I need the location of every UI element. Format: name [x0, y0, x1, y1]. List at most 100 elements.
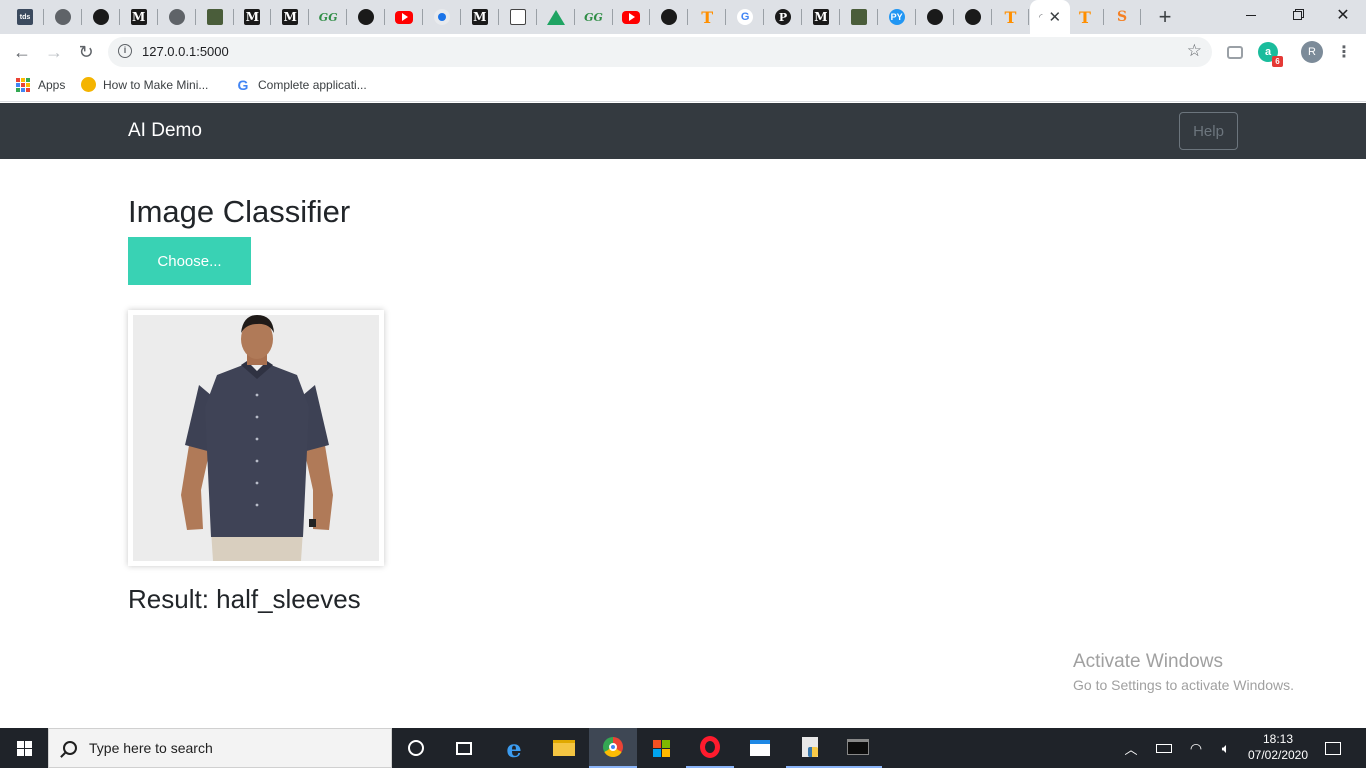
tab-24[interactable] [916, 0, 954, 34]
tab-19[interactable]: G [726, 0, 765, 34]
tab-3[interactable]: M [120, 0, 158, 34]
python-button[interactable] [786, 728, 834, 768]
page-title: Image Classifier [128, 194, 351, 229]
close-icon: ✕ [1336, 7, 1350, 24]
restore-icon [1292, 10, 1302, 20]
tab-14[interactable] [537, 0, 575, 34]
edge-icon: e [506, 733, 522, 763]
tab-11[interactable] [423, 0, 461, 34]
search-icon [63, 741, 77, 755]
tab-12[interactable]: M [461, 0, 499, 34]
tab-7[interactable]: M [271, 0, 310, 34]
bookmark-apps[interactable]: Apps [15, 77, 65, 93]
menu-dots-icon[interactable]: ⋮ [1334, 42, 1354, 62]
github-icon [92, 9, 109, 25]
tab-separator [1140, 9, 1141, 25]
wifi-icon: ◠ [1189, 739, 1203, 756]
tab-10[interactable] [385, 0, 423, 34]
forward-button[interactable]: → [40, 38, 68, 66]
battery-icon [1156, 743, 1172, 753]
store-icon [652, 739, 670, 757]
restore-button[interactable] [1274, 0, 1320, 30]
stackoverflow-icon: S [1116, 9, 1128, 25]
opera-icon [700, 736, 720, 758]
extension-a-icon[interactable]: a 6 [1258, 42, 1283, 67]
emoji-icon [81, 77, 96, 92]
close-tab-icon[interactable]: ✕ [1048, 8, 1061, 26]
tab-22[interactable] [840, 0, 878, 34]
brand-link[interactable]: AI Demo [128, 120, 202, 142]
profile-avatar[interactable]: R [1301, 41, 1323, 63]
show-hidden-icons[interactable]: ︿ [1120, 728, 1142, 768]
tab-18[interactable]: T [688, 0, 727, 34]
python-file-icon [802, 737, 818, 757]
extension-icon[interactable] [1227, 46, 1243, 59]
loading-icon: ◜ [1038, 11, 1043, 22]
geeksforgeeks-icon: GG [318, 10, 338, 24]
chevron-up-icon: ︿ [1124, 741, 1138, 757]
tab-1[interactable] [44, 0, 82, 34]
extension-badge: 6 [1272, 56, 1283, 67]
address-bar[interactable]: i 127.0.0.1:5000 ☆ [108, 37, 1212, 67]
volume-tray[interactable]: 🔈︎ [1214, 728, 1238, 768]
active-tab[interactable]: ◜ ✕ [1030, 0, 1070, 34]
cortana-button[interactable] [392, 728, 440, 768]
tab-after-1[interactable]: S [1103, 0, 1141, 34]
image-icon [206, 9, 223, 25]
notifications-button[interactable] [1320, 728, 1346, 768]
terminal-icon [847, 739, 869, 755]
store-button[interactable] [637, 728, 685, 768]
bookmark-label: Apps [38, 78, 66, 92]
task-view-icon [456, 741, 472, 755]
tab-15[interactable]: GG [575, 0, 613, 34]
close-window-button[interactable]: ✕ [1320, 0, 1366, 30]
start-button[interactable] [0, 728, 48, 768]
minimize-button[interactable] [1228, 0, 1274, 30]
shirt-model-image [133, 315, 379, 561]
bookmark-label: Complete applicati... [258, 78, 367, 92]
chrome-taskbar-button[interactable] [589, 728, 637, 768]
tab-5[interactable] [196, 0, 234, 34]
terminal-button[interactable] [834, 728, 882, 768]
tab-after-0[interactable]: T [1066, 0, 1104, 34]
site-info-icon[interactable]: i [118, 44, 132, 58]
tab-21[interactable]: M [802, 0, 840, 34]
new-tab-button[interactable]: + [1152, 4, 1178, 30]
clock-time: 18:13 [1262, 732, 1294, 746]
tab-13[interactable] [499, 0, 537, 34]
tab-17[interactable] [650, 0, 689, 34]
apps-grid-icon [15, 77, 31, 93]
tab-8[interactable]: GG [309, 0, 348, 34]
help-button[interactable]: Help [1179, 112, 1238, 150]
tab-0[interactable]: tds [6, 0, 44, 34]
tab-25[interactable] [954, 0, 992, 34]
task-view-button[interactable] [440, 728, 488, 768]
tab-4[interactable] [158, 0, 196, 34]
opera-button[interactable] [686, 728, 734, 768]
reload-button[interactable]: ↻ [72, 38, 100, 66]
tab-16[interactable] [612, 0, 651, 34]
bookmark-complete-application[interactable]: G Complete applicati... [235, 77, 367, 93]
app-window-button[interactable] [736, 728, 784, 768]
google-drive-icon [546, 9, 565, 25]
tab-2[interactable] [82, 0, 120, 34]
network-tray[interactable]: ◠ [1184, 728, 1208, 768]
system-clock[interactable]: 18:13 07/02/2020 [1238, 731, 1318, 763]
tab-9[interactable] [347, 0, 386, 34]
bookmarks-bar: Apps How to Make Mini... G Complete appl… [0, 70, 1366, 102]
tab-23[interactable]: PY [878, 0, 916, 34]
url-text[interactable]: 127.0.0.1:5000 [142, 44, 229, 59]
tab-6[interactable]: M [233, 0, 272, 34]
circle-p-icon: P [775, 9, 791, 25]
tab-26[interactable]: T [991, 0, 1030, 34]
file-explorer-button[interactable] [540, 728, 588, 768]
choose-file-button[interactable]: Choose... [128, 237, 251, 285]
bookmark-star-icon[interactable]: ☆ [1187, 41, 1202, 61]
bookmark-mini[interactable]: How to Make Mini... [81, 77, 208, 92]
back-button[interactable]: ← [8, 38, 36, 66]
taskbar-search[interactable]: Type here to search [48, 728, 392, 768]
edge-button[interactable]: e [490, 728, 538, 768]
battery-tray[interactable] [1152, 728, 1176, 768]
tab-20[interactable]: P [764, 0, 802, 34]
youtube-icon [395, 10, 413, 24]
